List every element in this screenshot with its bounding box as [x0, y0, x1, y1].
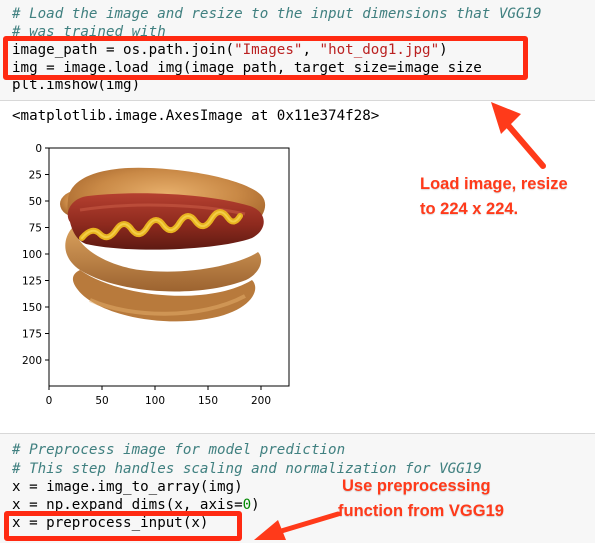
- y-tick-label: 125: [22, 276, 42, 288]
- y-tick-label: 150: [22, 302, 42, 314]
- highlight-box-load: [3, 36, 528, 80]
- y-tick-label: 75: [29, 223, 42, 235]
- notebook-screenshot: # Load the image and resize to the input…: [0, 0, 595, 543]
- x-tick-label: 200: [251, 395, 271, 407]
- x-axis: 0 50 100 150 200: [46, 386, 271, 407]
- y-tick-label: 100: [22, 249, 42, 261]
- code-comment: # Preprocess image for model prediction: [12, 442, 346, 458]
- y-tick-label: 0: [35, 143, 42, 155]
- x-tick-label: 150: [198, 395, 218, 407]
- y-tick-label: 200: [22, 355, 42, 367]
- code-line-img-to-array: x = image.img_to_array(img): [12, 479, 243, 495]
- y-tick-label: 175: [22, 329, 42, 341]
- output-repr: <matplotlib.image.AxesImage at 0x11e374f…: [12, 108, 380, 124]
- y-axis: 0 25 50 75 100 125 150 175 200: [22, 143, 49, 367]
- x-tick-label: 100: [145, 395, 165, 407]
- annotation-preprocess: Use preprocessing function from VGG19: [338, 474, 504, 524]
- x-tick-label: 50: [95, 395, 108, 407]
- arrow-icon: [491, 102, 546, 169]
- annotation-resize: Load image, resize to 224 x 224.: [420, 172, 568, 222]
- y-tick-label: 25: [29, 170, 42, 182]
- arrow-icon: [254, 511, 341, 540]
- imshow-plot: 0 25 50 75 100 125 150 175 200 0 50 100 …: [22, 143, 290, 407]
- y-tick-label: 50: [29, 196, 42, 208]
- x-tick-label: 0: [46, 395, 53, 407]
- annotation-line: function from VGG19: [338, 502, 504, 520]
- annotation-line: Use preprocessing: [342, 477, 491, 495]
- highlight-box-preprocess: [4, 511, 242, 541]
- annotation-line: to 224 x 224.: [420, 200, 519, 218]
- code-comment: # Load the image and resize to the input…: [12, 6, 542, 22]
- annotation-line: Load image, resize: [420, 175, 568, 193]
